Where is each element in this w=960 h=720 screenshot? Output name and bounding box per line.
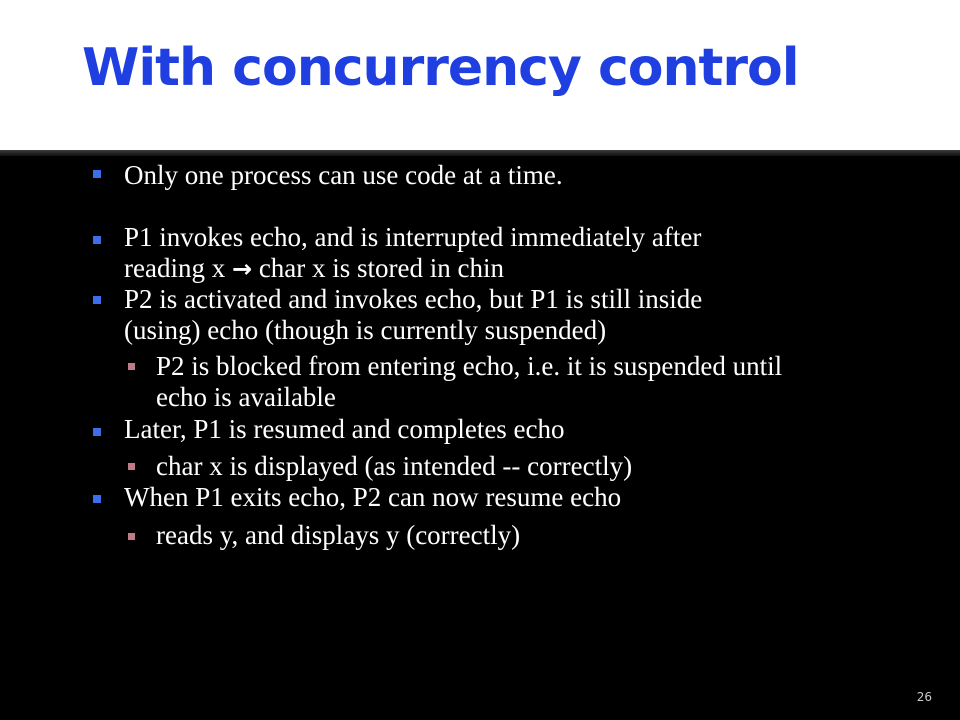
bullet-line-part: reading x: [124, 253, 232, 283]
bullet-line: P2 is blocked from entering echo, i.e. i…: [156, 351, 783, 381]
slide-title: With concurrency control: [82, 38, 800, 98]
bullet-line: char x is displayed (as intended -- corr…: [156, 451, 633, 481]
bullet-line: echo is available: [156, 382, 336, 412]
bullet-text: When P1 exits echo, P2 can now resume ec…: [124, 482, 621, 513]
bullet-line: reading x → char x is stored in chin: [124, 253, 701, 285]
bullet-text: Later, P1 is resumed and completes echo: [124, 414, 565, 445]
sub-bullet-text: reads y, and displays y (correctly): [156, 520, 520, 551]
bullet-line-part: char x is stored in chin: [252, 253, 505, 283]
bullet-marker: [93, 428, 101, 436]
sub-bullet-marker: [128, 363, 135, 370]
sub-bullet-marker: [128, 533, 135, 540]
bullet-marker: [93, 170, 101, 178]
arrow-icon: →: [231, 255, 253, 283]
bullet-text: Only one process can use code at a time.: [124, 160, 563, 191]
bullet-line: Only one process can use code at a time.: [124, 160, 563, 190]
sub-bullet-text: char x is displayed (as intended -- corr…: [156, 451, 632, 482]
bullet-marker: [93, 495, 101, 503]
slide-number: 26: [916, 690, 932, 704]
bullet-line: P2 is activated and invokes echo, but P1…: [124, 284, 703, 314]
bullet-marker: [93, 236, 101, 244]
bullet-text: P1 invokes echo, and is interrupted imme…: [124, 222, 701, 285]
bullet-line: When P1 exits echo, P2 can now resume ec…: [124, 482, 622, 512]
bullet-line: P1 invokes echo, and is interrupted imme…: [124, 222, 702, 252]
title-bar: With concurrency control: [0, 0, 960, 150]
bullet-text: P2 is activated and invokes echo, but P1…: [124, 284, 702, 346]
sub-bullet-text: P2 is blocked from entering echo, i.e. i…: [156, 351, 782, 413]
bullet-line: reads y, and displays y (correctly): [156, 520, 521, 550]
bullet-line: Later, P1 is resumed and completes echo: [124, 414, 565, 444]
bullet-line: (using) echo (though is currently suspen…: [124, 315, 607, 345]
sub-bullet-marker: [128, 463, 135, 470]
bullet-marker: [93, 296, 101, 304]
title-divider: [0, 150, 960, 156]
